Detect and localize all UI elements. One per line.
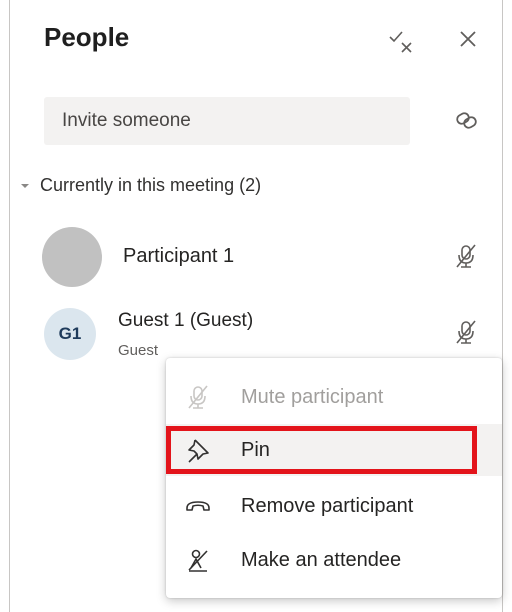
mic-off-icon [452,242,480,270]
menu-item-label: Remove participant [241,494,414,517]
menu-item-mute-participant[interactable]: Mute participant [166,371,502,423]
menu-item-make-attendee[interactable]: Make an attendee [166,534,502,586]
mute-all-icon[interactable] [385,26,415,56]
panel-title: People [44,22,130,52]
participant-context-menu: Mute participant Pin Remove participant … [166,358,502,598]
avatar [42,227,102,287]
pin-icon [184,436,212,464]
menu-item-label: Make an attendee [241,548,402,571]
make-attendee-icon [184,546,212,574]
invite-input[interactable]: Invite someone [44,97,410,145]
share-link-icon[interactable] [452,105,482,135]
close-icon[interactable] [455,26,481,52]
menu-item-label: Pin [241,438,270,461]
section-label: Currently in this meeting (2) [40,175,262,195]
menu-item-pin[interactable]: Pin [166,424,502,476]
menu-item-remove-participant[interactable]: Remove participant [166,480,502,532]
mic-off-icon [184,383,212,411]
mic-off-icon [452,318,480,346]
section-header[interactable]: Currently in this meeting (2) [20,175,261,196]
hang-up-icon [184,492,212,520]
participant-role: Guest [118,342,159,359]
participant-name[interactable]: Participant 1 [123,245,234,268]
participant-name[interactable]: Guest 1 (Guest) [118,310,253,332]
chevron-down-icon [21,183,29,188]
avatar-initials: G1 [58,324,82,343]
avatar: G1 [44,308,96,360]
menu-item-label: Mute participant [241,385,384,408]
